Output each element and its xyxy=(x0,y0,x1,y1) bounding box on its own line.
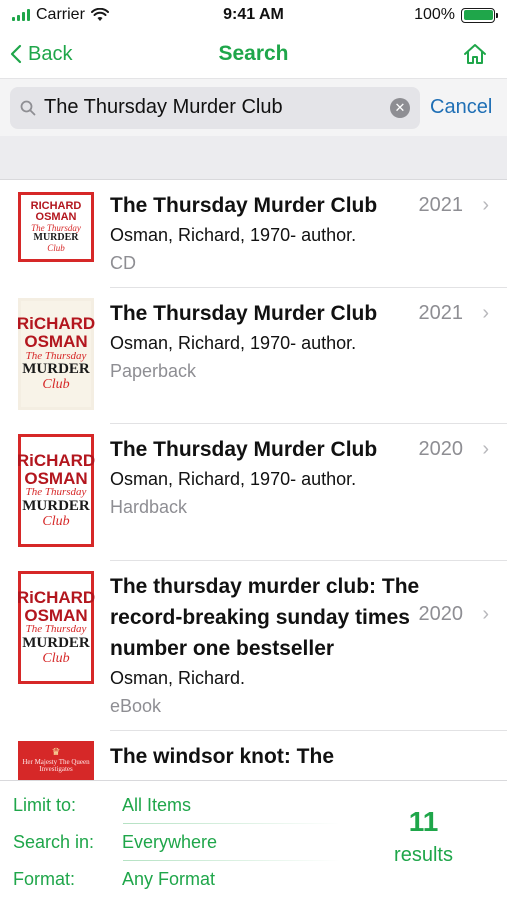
list-item[interactable]: RiCHARD OSMAN The Thursday MURDER Club T… xyxy=(0,561,507,731)
filter-limit-to[interactable]: Limit to: All Items xyxy=(13,787,340,824)
status-bar: Carrier 9:41 AM 100% xyxy=(0,0,507,30)
home-button[interactable] xyxy=(357,43,497,65)
result-year: 2021 xyxy=(418,194,464,216)
list-item[interactable]: RiCHARD OSMAN The Thursday MURDER Club T… xyxy=(0,288,507,424)
result-year: 2020 xyxy=(418,438,464,460)
filter-panel: Limit to: All Items Search in: Everywher… xyxy=(0,780,507,900)
result-year: 2021 xyxy=(418,302,464,324)
result-author: Osman, Richard. xyxy=(110,668,246,688)
filter-value: All Items xyxy=(122,795,192,815)
list-item[interactable]: RICHARD OSMAN The Thursday MURDER Club T… xyxy=(0,180,507,288)
crown-icon: ♛ xyxy=(51,747,61,758)
cover-author: RiCHARD OSMAN xyxy=(16,450,96,488)
chevron-right-icon: › xyxy=(482,603,489,625)
battery-percent: 100% xyxy=(414,6,455,23)
wifi-icon xyxy=(90,8,109,21)
chevron-right-icon: › xyxy=(482,438,489,460)
carrier-label: Carrier xyxy=(36,6,85,23)
result-author: Osman, Richard, 1970- author. xyxy=(110,469,357,489)
results-count-label: results xyxy=(394,844,453,866)
cover-tagline: Her Majesty The Queen Investigates xyxy=(22,757,90,773)
result-format: Paperback xyxy=(110,361,197,381)
search-field[interactable]: ✕ xyxy=(10,86,420,129)
filter-label: Limit to: xyxy=(13,795,77,815)
results-count-number: 11 xyxy=(408,806,439,837)
filter-label: Search in: xyxy=(13,832,95,852)
cover-murder: MURDER xyxy=(22,634,90,651)
result-author: Osman, Richard, 1970- author. xyxy=(110,333,357,353)
filter-value: Any Format xyxy=(122,869,216,889)
cover-author: RiCHARD OSMAN xyxy=(16,587,96,625)
chevron-right-icon: › xyxy=(482,194,489,216)
cover-murder: MURDER xyxy=(22,497,90,514)
cover-author: RiCHARD OSMAN xyxy=(16,314,96,351)
status-time: 9:41 AM xyxy=(223,6,284,23)
search-input[interactable] xyxy=(44,96,390,119)
book-cover: ♛ Her Majesty The Queen Investigates xyxy=(18,741,94,780)
result-year: 2020 xyxy=(418,603,464,625)
list-item[interactable]: ♛ Her Majesty The Queen Investigates The… xyxy=(0,731,507,780)
page-title: Search xyxy=(218,42,289,65)
book-cover: RICHARD OSMAN The Thursday MURDER Club xyxy=(18,192,94,262)
home-icon xyxy=(464,44,486,64)
search-bar: ✕ Cancel xyxy=(0,78,507,136)
book-cover: RiCHARD OSMAN The Thursday MURDER Club xyxy=(16,298,96,410)
cover-club: Club xyxy=(47,242,65,253)
chevron-left-icon xyxy=(10,44,22,64)
filter-value: Everywhere xyxy=(122,832,218,852)
battery-fill xyxy=(463,10,493,20)
cover-author: RICHARD OSMAN xyxy=(30,199,82,224)
result-format: eBook xyxy=(110,696,162,716)
result-format: CD xyxy=(110,253,136,273)
battery-icon xyxy=(461,7,498,23)
back-button[interactable]: Back xyxy=(10,43,150,66)
cover-club: Club xyxy=(42,650,70,666)
search-icon xyxy=(20,100,36,115)
back-label: Back xyxy=(28,42,73,65)
book-cover: RiCHARD OSMAN The Thursday MURDER Club xyxy=(16,571,96,684)
filter-format[interactable]: Format: Any Format xyxy=(13,861,340,898)
book-cover: RiCHARD OSMAN The Thursday MURDER Club xyxy=(16,434,96,547)
section-spacer xyxy=(0,136,507,180)
result-format: Hardback xyxy=(110,497,188,517)
cover-murder: MURDER xyxy=(22,361,90,378)
results-list: RICHARD OSMAN The Thursday MURDER Club T… xyxy=(0,180,507,780)
filter-label: Format: xyxy=(13,869,76,889)
result-title: The windsor knot: The xyxy=(110,745,334,768)
nav-bar: Back Search xyxy=(0,30,507,78)
filter-search-in[interactable]: Search in: Everywhere xyxy=(13,824,340,861)
cover-club: Club xyxy=(42,513,70,529)
results-count: 11 results xyxy=(340,781,507,900)
cancel-button[interactable]: Cancel xyxy=(430,96,492,119)
chevron-right-icon: › xyxy=(482,302,489,324)
cover-club: Club xyxy=(42,377,70,393)
list-item[interactable]: RiCHARD OSMAN The Thursday MURDER Club T… xyxy=(0,424,507,561)
signal-icon xyxy=(12,9,30,21)
clear-search-icon[interactable]: ✕ xyxy=(390,97,410,118)
result-author: Osman, Richard, 1970- author. xyxy=(110,225,357,245)
